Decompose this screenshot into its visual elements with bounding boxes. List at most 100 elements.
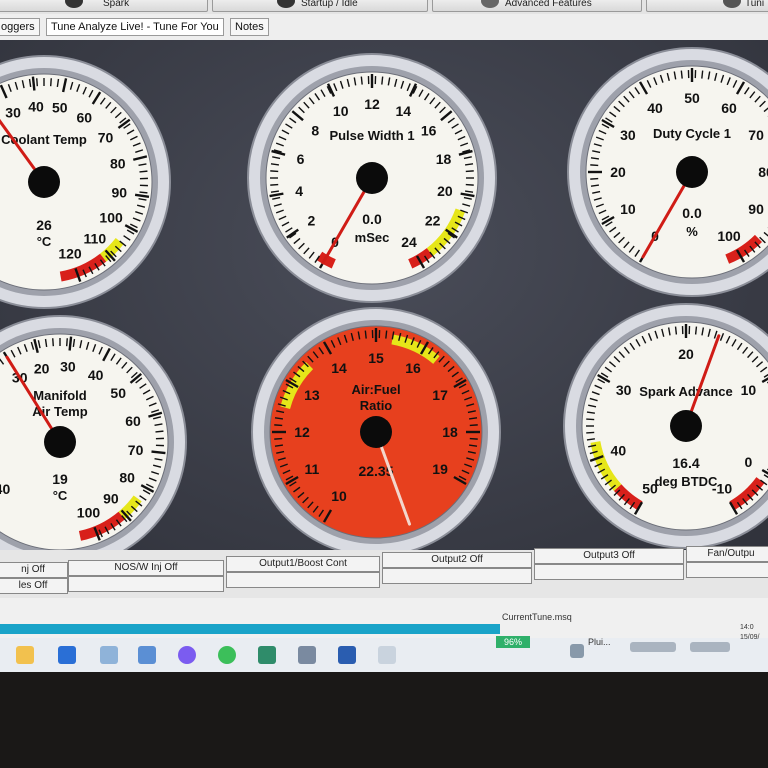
gauge-tick-label: 30: [616, 382, 632, 398]
gauge-tick-label: 30: [60, 358, 76, 374]
messenger-icon[interactable]: [178, 646, 196, 664]
gauge-minor-tick: [586, 418, 595, 421]
gauge-tick-label: 20: [34, 360, 50, 376]
gauge-tick-label: 13: [304, 387, 320, 403]
tab-tune-analyze-live[interactable]: Tune Analyze Live! - Tune For You: [46, 18, 224, 36]
clock-time: 14:0: [740, 624, 754, 631]
gauge-value: 16.4: [672, 455, 699, 471]
tune-file-name: CurrentTune.msq: [502, 612, 572, 622]
indicator-output2: Output2 Off: [382, 552, 532, 568]
store-icon[interactable]: [58, 646, 76, 664]
gauge-minor-tick: [270, 170, 279, 173]
gauge-tick-label: 40: [28, 98, 44, 114]
gauge-tick-label: 10: [741, 382, 757, 398]
gauge-title: Spark Advance: [639, 384, 732, 399]
gauge-tick-label: 100: [77, 504, 101, 520]
gauge-tick-label: 10: [331, 488, 347, 504]
gauge-unit: %: [686, 224, 698, 239]
gauge-minor-tick: [680, 70, 683, 79]
gauge-tick-label: -40: [0, 481, 10, 497]
gauge-tick-label: 110: [84, 230, 107, 246]
gauge-minor-tick: [36, 78, 39, 87]
windows-taskbar: [0, 638, 768, 672]
gauge-unit: deg BTDC: [655, 474, 718, 489]
gauge-tick-label: 40: [88, 367, 104, 383]
gauge-tick-label: 11: [305, 461, 320, 477]
indicator-blank-4: [534, 564, 684, 580]
progress-bar: [0, 624, 500, 634]
gauge-tick-label: 80: [119, 470, 135, 486]
indicator-output1-boost: Output1/Boost Cont: [226, 556, 380, 572]
gauge-tick-label: 50: [110, 385, 126, 401]
gauge-major-tick: [31, 76, 36, 91]
gauge-minor-tick: [465, 183, 474, 186]
gauge-minor-tick: [590, 177, 599, 180]
gauge-tick-label: 30: [5, 105, 21, 121]
gauge-minor-tick: [586, 431, 595, 434]
status-bar: CurrentTune.msq: [0, 598, 768, 638]
gauge-tick-label: 14: [331, 360, 347, 376]
gauge-minor-tick: [364, 330, 367, 339]
gauge-tick-label: 70: [98, 129, 114, 145]
gauge-tick-label: 6: [297, 151, 305, 167]
gauge-unit: mSec: [355, 230, 390, 245]
gauge-tick-label: 120: [58, 245, 82, 261]
gear-icon: [277, 0, 295, 8]
system-tray-icons[interactable]: [690, 642, 730, 652]
app-icon[interactable]: [378, 646, 396, 664]
gauge-hub: [356, 162, 388, 194]
gauge-tick-label: 24: [401, 234, 417, 250]
gauge-minor-tick: [701, 70, 704, 79]
gauge-hub: [44, 426, 76, 458]
tuning-button[interactable]: Tuni: [646, 0, 768, 12]
indicator-blank-1: [68, 576, 224, 592]
word-icon[interactable]: [338, 646, 356, 664]
gauge-tick-label: 80: [758, 164, 768, 180]
gauge-minor-tick: [674, 326, 678, 335]
tab-loggers[interactable]: oggers: [0, 18, 40, 36]
gauge-tick-label: 19: [432, 461, 448, 477]
tool-icon[interactable]: [298, 646, 316, 664]
gauge-tick-label: 90: [103, 490, 119, 506]
gauge-major-tick: [68, 336, 73, 351]
tray-icons[interactable]: [630, 642, 676, 652]
gauge-minor-tick: [270, 183, 279, 186]
gauge-tick-label: 14: [395, 103, 411, 119]
indicator-blank-5: [686, 562, 768, 578]
battery-indicator: 96%: [496, 636, 530, 648]
gauge-tick-label: 100: [717, 228, 741, 244]
paint-icon[interactable]: [100, 646, 118, 664]
gauge-tick-label: 18: [442, 424, 458, 440]
startup-idle-button[interactable]: Startup / Idle: [212, 0, 428, 12]
gauge-pulse: 024681012141618202224Pulse Width 10.0mSe…: [247, 53, 497, 303]
notepad-icon[interactable]: [138, 646, 156, 664]
gauge-title: Duty Cycle 1: [653, 126, 731, 141]
gauge-title: Pulse Width 1: [329, 128, 414, 143]
monitor-screen: Spark Startup / Idle Advanced Features T…: [0, 0, 768, 672]
gauge-tick-label: 50: [684, 90, 700, 106]
tuning-app-icon[interactable]: [258, 646, 276, 664]
gauge-tick-label: 60: [125, 413, 141, 429]
gauge-tick-label: 18: [436, 151, 452, 167]
spark-button[interactable]: Spark: [0, 0, 208, 12]
gauge-duty: 0102030405060708090100Duty Cycle 10.0%: [567, 47, 768, 297]
advanced-features-button[interactable]: Advanced Features: [432, 0, 642, 12]
gauge-title: Air:Fuel: [351, 382, 400, 397]
gauge-tick-label: 110: [0, 40, 12, 43]
gauge-tick-label: 20: [678, 346, 694, 362]
weather-icon[interactable]: [570, 644, 584, 658]
tab-notes[interactable]: Notes: [230, 18, 269, 36]
gauge-hub: [676, 156, 708, 188]
file-explorer-icon[interactable]: [16, 646, 34, 664]
gauge-title: Manifold: [33, 388, 86, 403]
indicator-nos-inj: NOS/W Inj Off: [68, 560, 224, 576]
taskbar-clock[interactable]: 14:0 15/09/: [740, 623, 759, 643]
gauge-tick-label: 12: [294, 424, 310, 440]
gauge-tick-label: 0: [744, 454, 752, 470]
gauge-minor-tick: [360, 76, 363, 85]
whatsapp-icon[interactable]: [218, 646, 236, 664]
gauge-minor-tick: [694, 326, 698, 335]
gears-icon: [481, 0, 499, 8]
gauge-minor-tick: [65, 338, 68, 347]
gauge-tick-label: 10: [620, 201, 636, 217]
